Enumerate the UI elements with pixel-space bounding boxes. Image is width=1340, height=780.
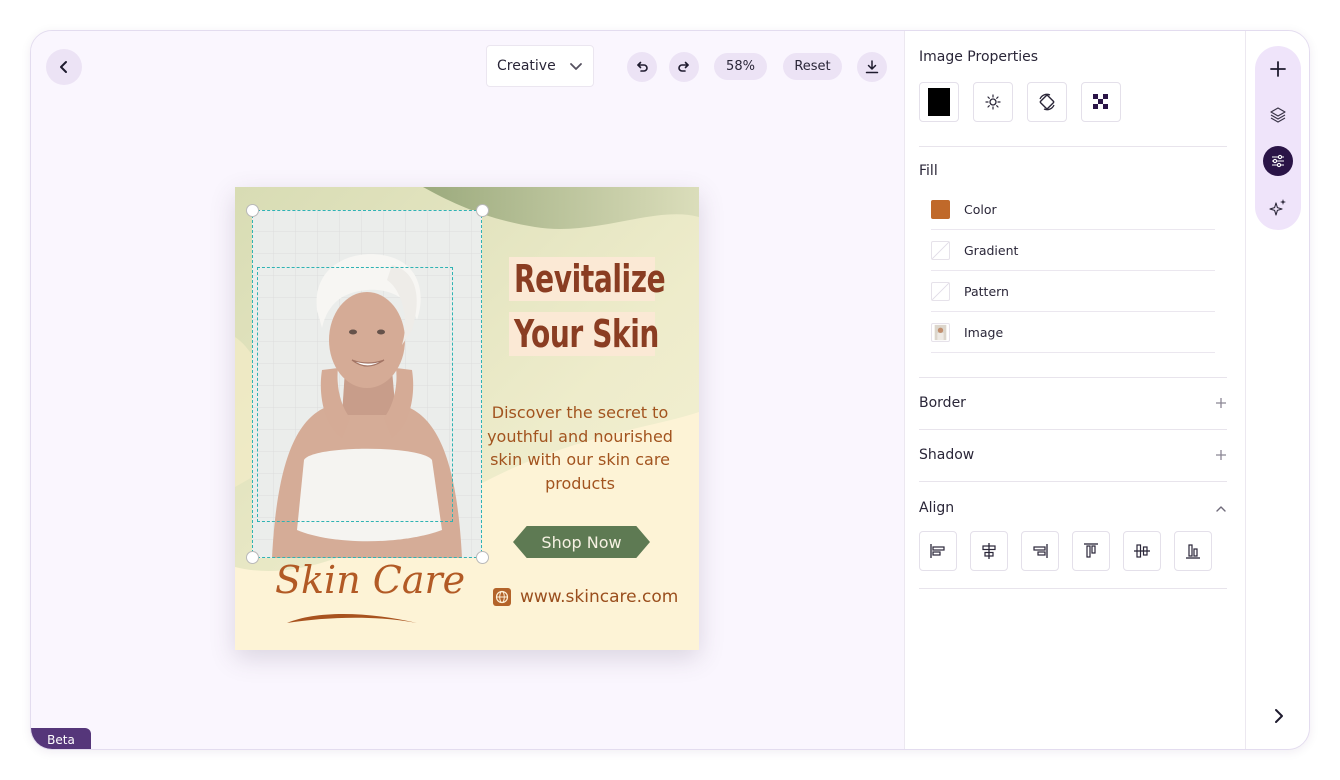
beta-label: Beta xyxy=(47,732,75,747)
expand-panel-button[interactable] xyxy=(1264,701,1294,731)
redo-button[interactable] xyxy=(669,52,699,82)
fill-option-color[interactable]: Color xyxy=(931,189,1215,230)
align-left-icon xyxy=(930,544,945,558)
headline-line2-box[interactable]: Your Skin xyxy=(509,312,659,356)
beta-badge: Beta xyxy=(31,728,91,749)
redo-icon xyxy=(678,61,689,72)
divider xyxy=(919,588,1227,589)
fill-option-label: Color xyxy=(964,201,997,217)
reset-label: Reset xyxy=(794,59,831,74)
align-center-h-button[interactable] xyxy=(970,531,1008,571)
description-text[interactable]: Discover the secret to youthful and nour… xyxy=(487,401,673,495)
download-icon xyxy=(865,60,879,74)
align-center-h-icon xyxy=(982,543,996,559)
sliders-icon xyxy=(1272,154,1284,168)
align-right-icon xyxy=(1033,544,1048,558)
zoom-value: 58% xyxy=(726,59,755,74)
align-middle-v-button[interactable] xyxy=(1123,531,1161,571)
ai-magic-button[interactable] xyxy=(1263,192,1293,222)
editor-window: Creative 58% Reset Revitalize Your Skin … xyxy=(30,30,1310,750)
plus-icon xyxy=(1270,61,1286,77)
add-border-plus-icon[interactable] xyxy=(1215,397,1227,409)
fill-option-label: Pattern xyxy=(964,283,1009,299)
gradient-icon xyxy=(931,240,950,260)
border-heading: Border xyxy=(919,395,966,411)
fill-heading: Fill xyxy=(919,163,938,179)
chevron-up-icon[interactable] xyxy=(1215,503,1227,515)
template-select[interactable]: Creative xyxy=(486,45,594,87)
reset-button[interactable]: Reset xyxy=(783,53,842,80)
align-top-button[interactable] xyxy=(1072,531,1110,571)
chevron-down-icon xyxy=(570,63,582,70)
rotate-button[interactable] xyxy=(1027,82,1067,122)
rail-tool-group xyxy=(1255,46,1301,230)
align-top-icon xyxy=(1084,543,1098,558)
properties-panel: Image Properties Fill Color Gradient Pat… xyxy=(904,31,1246,749)
back-button[interactable] xyxy=(46,49,82,85)
chevron-left-icon xyxy=(60,61,67,73)
website-url: www.skincare.com xyxy=(520,587,679,607)
divider xyxy=(919,377,1227,378)
headline-line2: Your Skin xyxy=(514,312,659,356)
chevron-right-icon xyxy=(1275,709,1283,723)
add-shadow-plus-icon[interactable] xyxy=(1215,449,1227,461)
headline-line1-box[interactable]: Revitalize xyxy=(509,257,666,301)
align-heading: Align xyxy=(919,500,955,516)
resize-handle-top-left[interactable] xyxy=(246,204,259,217)
divider xyxy=(919,429,1227,430)
fill-option-gradient[interactable]: Gradient xyxy=(931,230,1215,271)
undo-icon xyxy=(637,61,648,72)
undo-button[interactable] xyxy=(627,52,657,82)
shop-now-button[interactable]: Shop Now xyxy=(513,526,650,558)
layers-button[interactable] xyxy=(1263,100,1293,130)
resize-handle-bottom-right[interactable] xyxy=(476,551,489,564)
fill-option-label: Gradient xyxy=(964,242,1019,258)
skin-care-logo-text[interactable]: Skin Care xyxy=(275,558,465,602)
image-thumbnail-icon xyxy=(931,322,950,342)
design-artboard[interactable]: Revitalize Your Skin Discover the secret… xyxy=(235,187,699,650)
transparency-button[interactable] xyxy=(1081,82,1121,122)
align-bottom-icon xyxy=(1186,544,1200,559)
shop-now-label: Shop Now xyxy=(541,532,622,552)
fill-option-pattern[interactable]: Pattern xyxy=(931,271,1215,312)
color-swatch-button[interactable] xyxy=(919,82,959,122)
align-right-button[interactable] xyxy=(1021,531,1059,571)
resize-handle-bottom-left[interactable] xyxy=(246,551,259,564)
right-tool-rail xyxy=(1246,31,1309,749)
download-button[interactable] xyxy=(857,52,887,82)
resize-handle-top-right[interactable] xyxy=(476,204,489,217)
divider xyxy=(919,481,1227,482)
template-select-value: Creative xyxy=(497,58,556,74)
fill-option-image[interactable]: Image xyxy=(931,312,1215,353)
adjustments-button[interactable] xyxy=(1263,146,1293,176)
logo-swoosh xyxy=(287,614,417,623)
transparency-icon xyxy=(1093,94,1108,109)
brightness-button[interactable] xyxy=(973,82,1013,122)
color-swatch-icon xyxy=(928,88,950,116)
rotate-icon xyxy=(1039,93,1055,111)
add-element-button[interactable] xyxy=(1263,54,1293,84)
layers-icon xyxy=(1270,107,1286,123)
color-swatch-icon xyxy=(931,199,950,219)
website-line[interactable]: www.skincare.com xyxy=(493,587,678,607)
align-left-button[interactable] xyxy=(919,531,957,571)
pattern-icon xyxy=(931,281,950,301)
inner-selection-outline xyxy=(257,267,453,522)
brightness-icon xyxy=(985,94,1001,110)
shadow-heading: Shadow xyxy=(919,447,975,463)
zoom-level[interactable]: 58% xyxy=(714,53,767,80)
canvas-area: Creative 58% Reset Revitalize Your Skin … xyxy=(31,31,904,749)
sparkles-icon xyxy=(1269,199,1286,216)
globe-icon xyxy=(493,588,511,606)
align-bottom-button[interactable] xyxy=(1174,531,1212,571)
fill-option-label: Image xyxy=(964,324,1004,340)
headline-line1: Revitalize xyxy=(514,257,666,301)
align-middle-v-icon xyxy=(1134,544,1150,558)
divider xyxy=(919,146,1227,147)
properties-title: Image Properties xyxy=(919,49,1039,65)
